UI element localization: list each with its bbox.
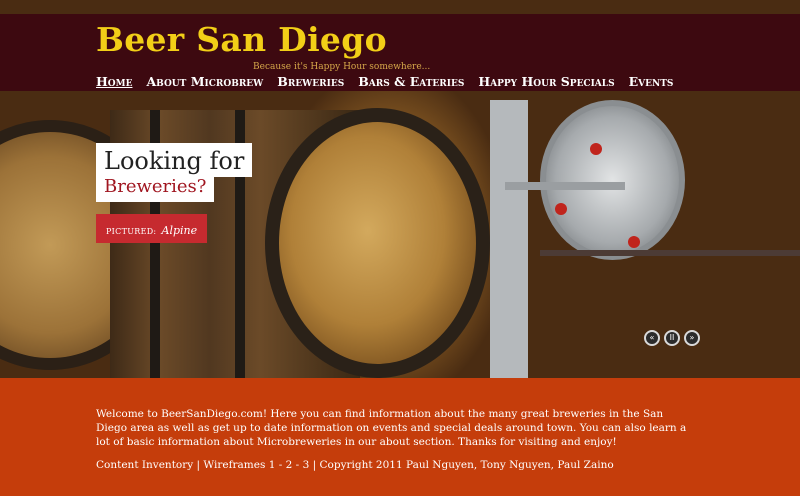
tank-rim-image: [540, 250, 800, 256]
site-tagline: Because it's Happy Hour somewhere...: [253, 62, 431, 72]
nav-item-happy-hour-specials[interactable]: Happy Hour Specials: [478, 74, 614, 89]
site-header: Beer San Diego Because it's Happy Hour s…: [0, 14, 800, 91]
pipe-image: [490, 100, 528, 378]
welcome-text: Welcome to BeerSanDiego.com! Here you ca…: [96, 408, 687, 448]
tank-door-image: [540, 100, 685, 260]
wireframe-1-link[interactable]: 1: [269, 459, 276, 471]
site-footer: Welcome to BeerSanDiego.com! Here you ca…: [0, 378, 800, 496]
pictured-name: Alpine: [161, 224, 198, 237]
pause-icon[interactable]: II: [664, 330, 680, 346]
content-inventory-link[interactable]: Content Inventory: [96, 459, 193, 471]
pictured-label: PICTURED:: [106, 227, 157, 236]
hero-headline: Looking for: [96, 143, 253, 177]
tank-knob: [628, 236, 640, 248]
next-icon[interactable]: »: [684, 330, 700, 346]
tank-handle-image: [505, 182, 625, 190]
wireframe-3-link[interactable]: 3: [303, 459, 310, 471]
footer-links: Content Inventory | Wireframes 1 - 2 - 3…: [96, 459, 614, 471]
main-nav: Home About Microbrew Breweries Bars & Ea…: [96, 74, 687, 89]
wireframes-label: Wireframes: [203, 459, 266, 471]
slideshow-controls: « II »: [644, 330, 700, 346]
barrel-main-image: [265, 108, 490, 378]
copyright-text: Copyright 2011 Paul Nguyen, Tony Nguyen,…: [319, 459, 614, 471]
separator: -: [295, 459, 300, 471]
tank-knob: [555, 203, 567, 215]
nav-item-breweries[interactable]: Breweries: [277, 74, 344, 89]
previous-icon[interactable]: «: [644, 330, 660, 346]
hero-subheadline[interactable]: Breweries?: [96, 175, 215, 202]
nav-item-events[interactable]: Events: [629, 74, 674, 89]
separator: -: [278, 459, 283, 471]
tank-knob: [590, 143, 602, 155]
nav-item-home[interactable]: Home: [96, 74, 132, 89]
nav-item-about-microbrew[interactable]: About Microbrew: [146, 74, 263, 89]
separator: |: [196, 459, 201, 471]
wireframe-2-link[interactable]: 2: [286, 459, 293, 471]
separator: |: [312, 459, 317, 471]
nav-item-bars-eateries[interactable]: Bars & Eateries: [358, 74, 464, 89]
site-title[interactable]: Beer San Diego: [96, 20, 387, 59]
pictured-badge[interactable]: PICTURED: Alpine: [96, 214, 208, 243]
